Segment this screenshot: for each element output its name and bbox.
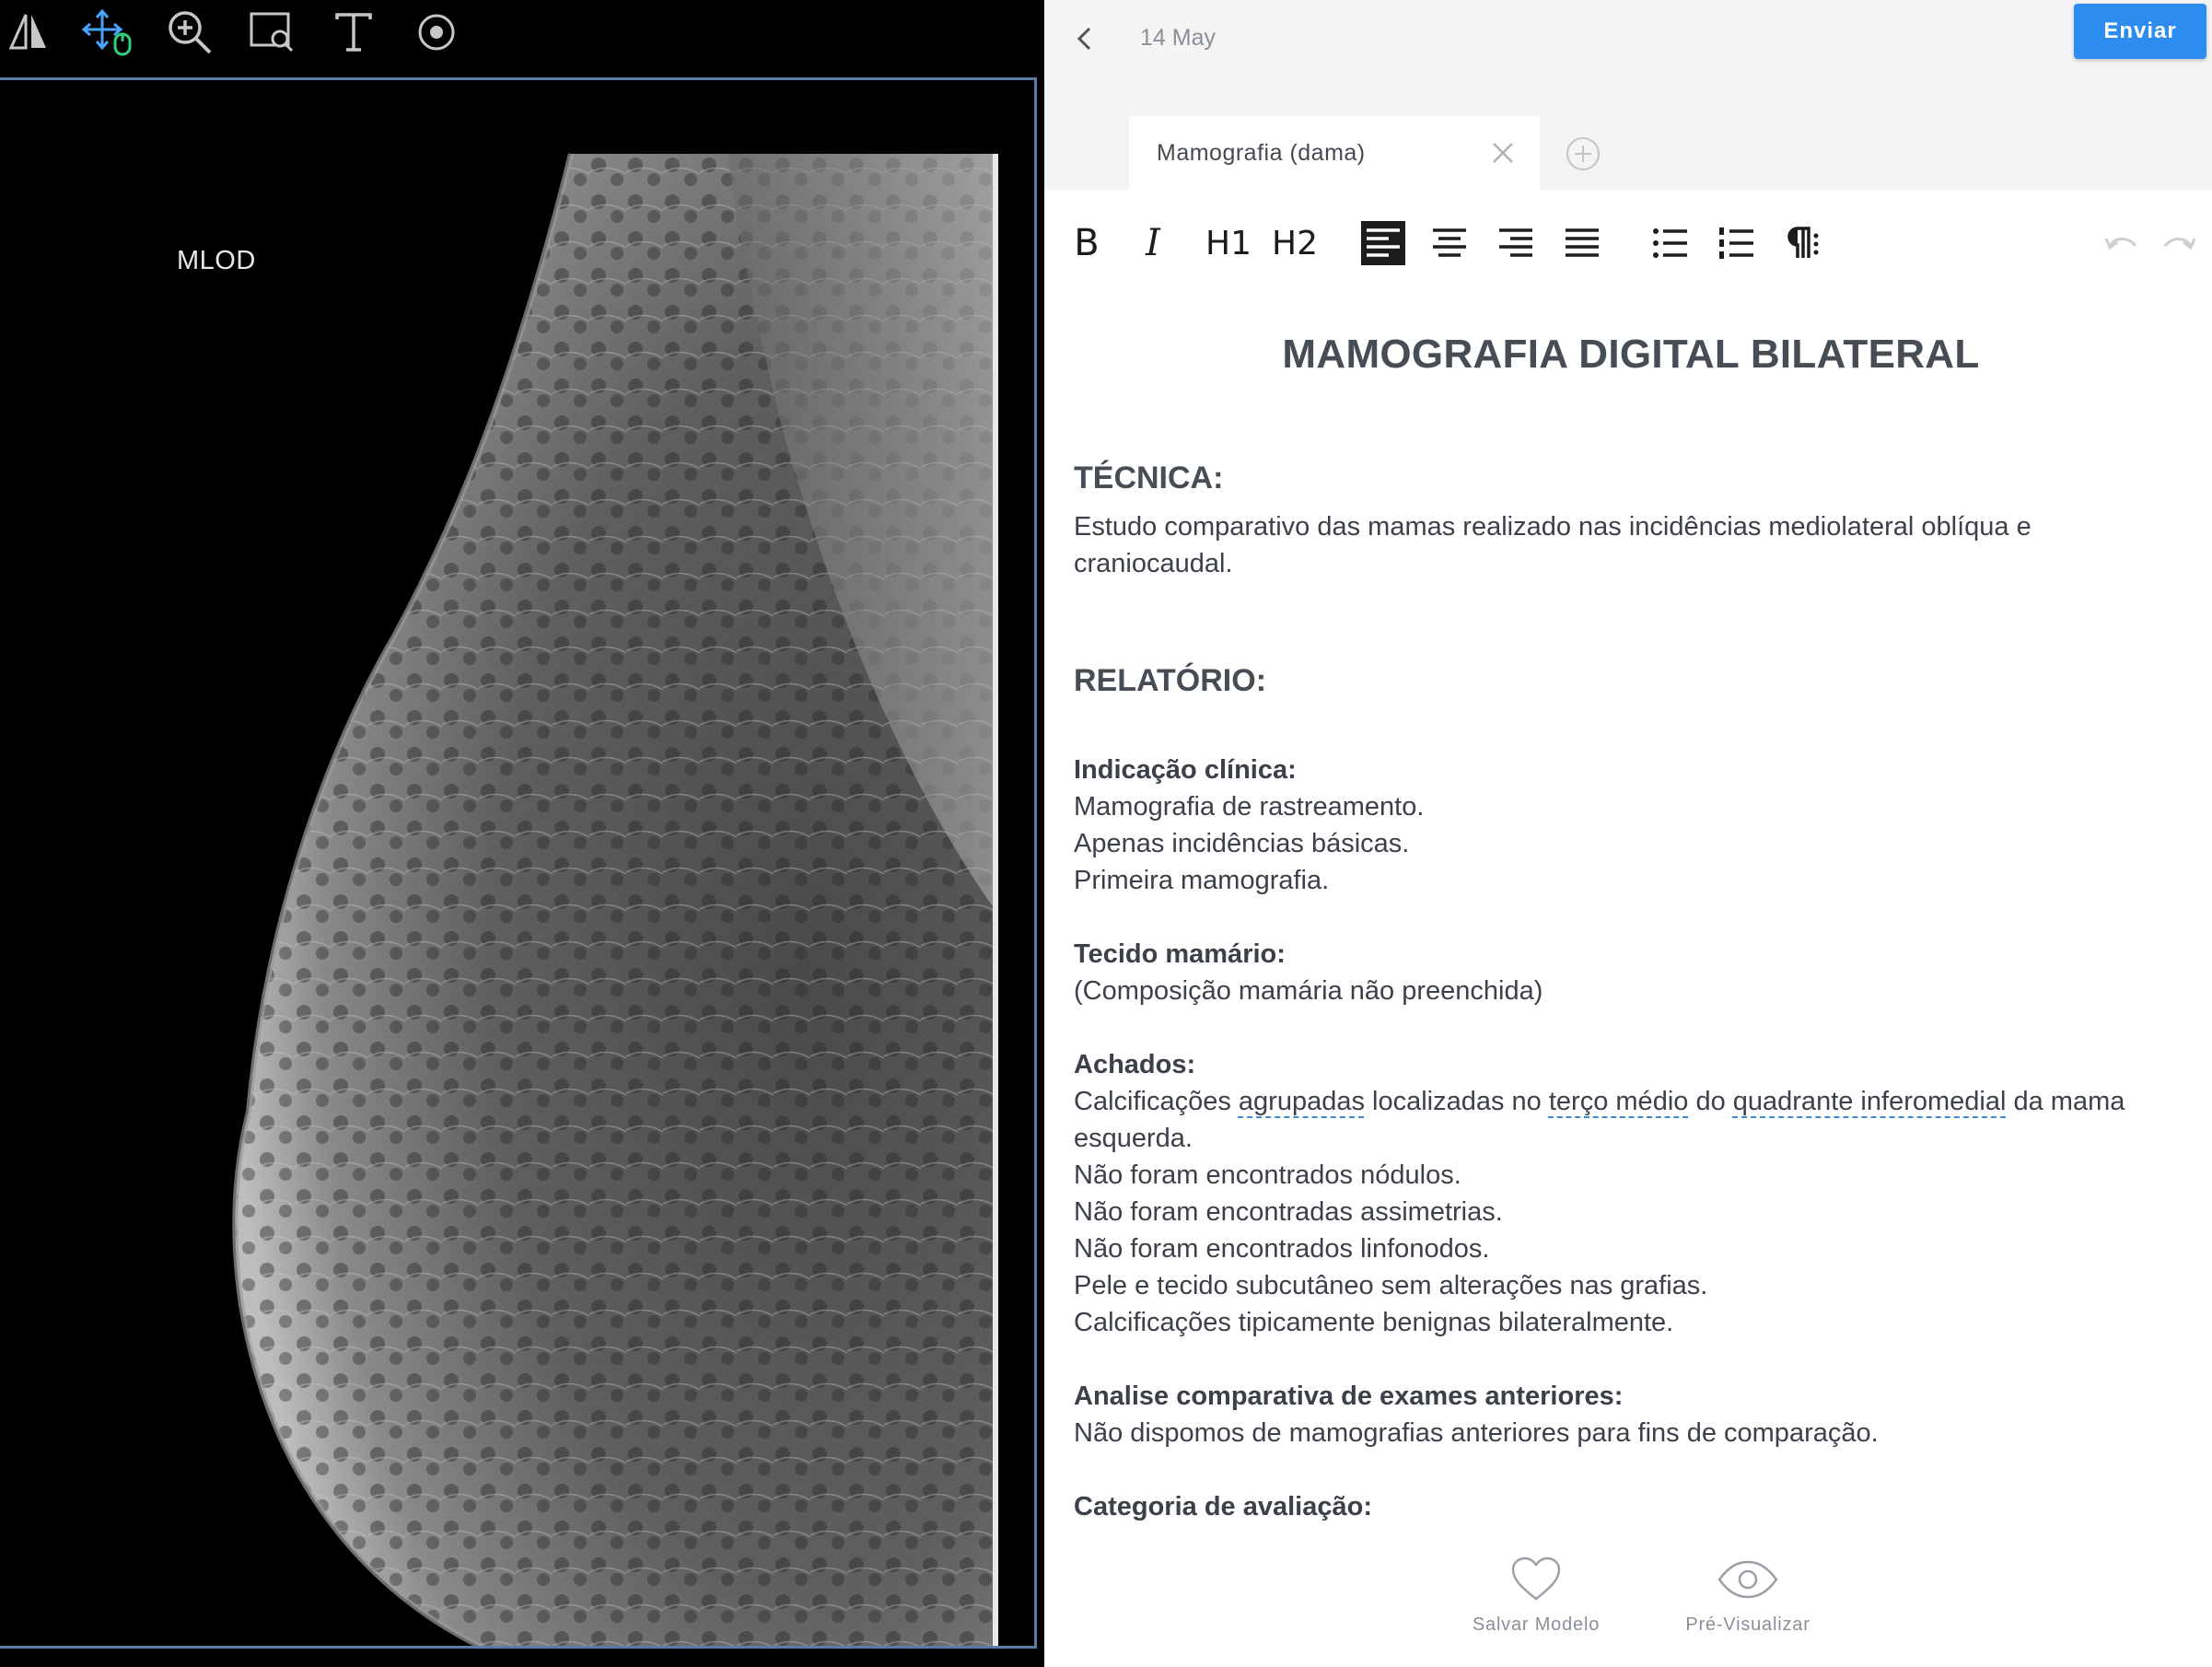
spellcheck-word[interactable]: terço médio	[1549, 1087, 1689, 1116]
align-left-button[interactable]	[1359, 216, 1407, 271]
editor-header: 14 May Enviar Mamografia (dama)	[1044, 0, 2212, 190]
indicacao-label: Indicação clínica:	[1074, 755, 1297, 785]
heart-icon	[1511, 1556, 1561, 1601]
text-icon[interactable]	[325, 6, 382, 59]
achados-line: Calcificações tipicamente benignas bilat…	[1074, 1308, 1674, 1337]
indicacao-line: Apenas incidências básicas.	[1074, 829, 1410, 858]
spellcheck-word[interactable]: quadrante inferomedial	[1733, 1087, 2007, 1116]
achados-label: Achados:	[1074, 1050, 1196, 1079]
image-viewport[interactable]: MLOD	[0, 77, 1037, 1649]
tecido-text: (Composição mamária não preenchida)	[1074, 976, 1543, 1006]
bullet-list-button[interactable]	[1647, 216, 1694, 271]
preview-label: Pré-Visualizar	[1685, 1615, 1810, 1635]
back-button[interactable]	[1066, 20, 1103, 57]
section-heading-tecnica: TÉCNICA:	[1074, 460, 1224, 495]
bold-button[interactable]: B	[1063, 216, 1111, 271]
numbered-list-button[interactable]	[1713, 216, 1761, 271]
tecnica-text: Estudo comparativo das mamas realizado n…	[1074, 512, 2032, 578]
magnify-region-icon[interactable]	[243, 6, 300, 59]
undo-button[interactable]	[2100, 216, 2142, 271]
chevron-left-icon	[1077, 27, 1091, 51]
add-tab-icon[interactable]	[1566, 136, 1601, 171]
align-right-icon	[1499, 228, 1532, 257]
save-template-label: Salvar Modelo	[1472, 1615, 1601, 1635]
report-document[interactable]: MAMOGRAFIA DIGITAL BILATERAL TÉCNICA: Es…	[1074, 313, 2188, 1525]
indicacao-line: Primeira mamografia.	[1074, 866, 1330, 895]
align-center-button[interactable]	[1426, 216, 1473, 271]
achados-text-segment: do	[1688, 1087, 1733, 1116]
flip-icon[interactable]	[0, 6, 57, 59]
indicacao-line: Mamografia de rastreamento.	[1074, 792, 1425, 822]
achados-line: Não foram encontrados linfonodos.	[1074, 1234, 1490, 1264]
format-toolbar: B I H1 H2	[1044, 203, 2212, 286]
italic-button[interactable]: I	[1129, 216, 1177, 271]
mammogram-image	[232, 153, 998, 1646]
align-justify-button[interactable]	[1558, 216, 1606, 271]
paragraph-icon	[1787, 227, 1819, 258]
redo-button[interactable]	[2159, 216, 2201, 271]
categoria-label: Categoria de avaliação:	[1074, 1492, 1372, 1521]
section-heading-relatorio: RELATÓRIO:	[1074, 663, 1267, 698]
close-icon[interactable]	[1490, 140, 1516, 166]
achados-text-segment: localizadas no	[1364, 1087, 1549, 1116]
achados-line: Pele e tecido subcutâneo sem alterações …	[1074, 1271, 1708, 1300]
analise-label: Analise comparativa de exames anteriores…	[1074, 1381, 1624, 1411]
tecido-label: Tecido mamário:	[1074, 939, 1286, 969]
align-left-icon	[1361, 221, 1405, 265]
align-right-button[interactable]	[1492, 216, 1540, 271]
document-title: MAMOGRAFIA DIGITAL BILATERAL	[1282, 332, 1980, 377]
point-icon[interactable]	[408, 6, 465, 59]
undo-icon	[2104, 238, 2137, 251]
achados-line: Não foram encontrados nódulos.	[1074, 1160, 1461, 1190]
view-label: MLOD	[177, 246, 256, 275]
save-template-button[interactable]: Salvar Modelo	[1453, 1556, 1619, 1636]
heading1-button[interactable]: H1	[1203, 216, 1254, 271]
achados-line: Não foram encontradas assimetrias.	[1074, 1197, 1503, 1227]
tab-mamografia[interactable]: Mamografia (dama)	[1129, 116, 1540, 190]
bullet-list-icon	[1653, 228, 1687, 258]
bottom-actions: Salvar Modelo Pré-Visualizar	[1044, 1556, 2212, 1658]
achados-text-segment: Calcificações	[1074, 1087, 1239, 1116]
send-button[interactable]: Enviar	[2074, 4, 2206, 59]
redo-icon	[2163, 238, 2196, 251]
spellcheck-word[interactable]: agrupadas	[1239, 1087, 1365, 1116]
eye-icon	[1717, 1560, 1778, 1599]
viewer-toolbar	[0, 0, 1044, 66]
align-justify-icon	[1566, 228, 1599, 257]
report-date: 14 May	[1140, 25, 1216, 51]
preview-button[interactable]: Pré-Visualizar	[1665, 1556, 1831, 1636]
analise-text: Não dispomos de mamografias anteriores p…	[1074, 1418, 1879, 1448]
tab-label: Mamografia (dama)	[1157, 139, 1366, 166]
achados-line: Calcificações agrupadas localizadas no t…	[1074, 1083, 2170, 1157]
numbered-list-icon	[1719, 227, 1753, 259]
paragraph-format-button[interactable]	[1779, 216, 1827, 271]
pan-icon[interactable]	[79, 6, 136, 59]
zoom-icon[interactable]	[161, 6, 218, 59]
align-center-icon	[1433, 228, 1466, 257]
heading2-button[interactable]: H2	[1269, 216, 1321, 271]
report-editor: 14 May Enviar Mamografia (dama) B I H1 H…	[1044, 0, 2212, 1667]
image-viewer: MLOD	[0, 0, 1044, 1667]
